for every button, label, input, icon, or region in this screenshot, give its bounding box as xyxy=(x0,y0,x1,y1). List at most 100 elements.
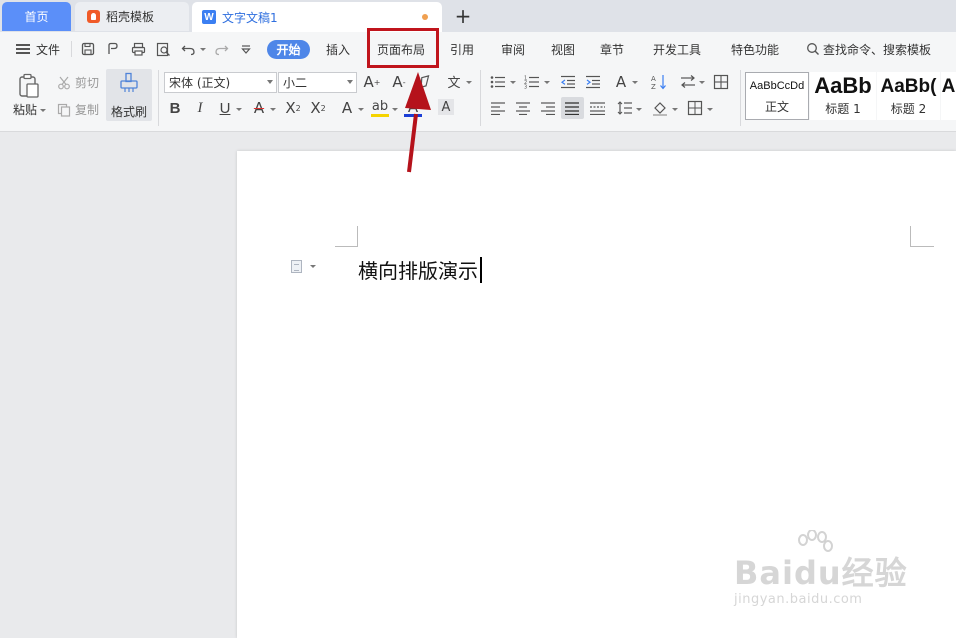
shading-dropdown-icon[interactable] xyxy=(672,108,678,111)
numbered-list-icon[interactable]: 123 xyxy=(523,73,541,91)
tab-document-label: 文字文稿1 xyxy=(222,10,278,25)
italic-icon[interactable]: I xyxy=(191,99,209,117)
change-case-icon[interactable]: A xyxy=(612,73,630,91)
tab-insert-label: 插入 xyxy=(326,42,351,57)
superscript-icon[interactable]: X2 xyxy=(284,99,302,117)
tab-home-label: 首页 xyxy=(24,10,49,24)
strikethrough-dropdown-icon[interactable] xyxy=(270,108,276,111)
chevron-down-icon xyxy=(347,80,353,84)
tab-home[interactable]: 首页 xyxy=(2,2,71,31)
copy-label: 复制 xyxy=(75,103,100,117)
style-heading-1[interactable]: AaBb 标题 1 xyxy=(810,72,876,120)
writer-doc-icon: W xyxy=(202,10,216,24)
cut-button[interactable]: 剪切 xyxy=(57,74,99,91)
svg-text:Z: Z xyxy=(651,83,656,90)
output-pdf-icon[interactable] xyxy=(105,41,121,57)
paragraph-handle-dropdown-icon[interactable] xyxy=(310,265,316,268)
divider xyxy=(71,41,72,57)
text-effect-icon[interactable]: A xyxy=(338,99,356,117)
font-size-select[interactable]: 小二 xyxy=(278,72,357,93)
sort-icon[interactable]: AZ xyxy=(650,73,668,91)
format-painter-button[interactable]: 格式刷 xyxy=(106,69,152,121)
tab-chapter-label: 章节 xyxy=(600,42,625,57)
redo-icon[interactable] xyxy=(213,41,229,57)
style-more-preview: A xyxy=(941,76,956,97)
shading-icon[interactable] xyxy=(651,99,669,117)
font-name-select[interactable]: 宋体 (正文) xyxy=(164,72,277,93)
align-right-icon[interactable] xyxy=(539,99,557,117)
change-case-dropdown-icon[interactable] xyxy=(632,81,638,84)
print-icon[interactable] xyxy=(130,41,146,57)
customize-toolbar-icon[interactable] xyxy=(238,41,254,57)
text-direction-dropdown-icon[interactable] xyxy=(699,81,705,84)
tab-docer-templates[interactable]: 稻壳模板 xyxy=(75,2,189,31)
align-left-icon[interactable] xyxy=(489,99,507,117)
undo-dropdown-icon[interactable] xyxy=(200,48,206,51)
undo-icon[interactable] xyxy=(180,41,196,57)
text-cursor xyxy=(480,256,482,283)
document-text: 横向排版演示 xyxy=(358,259,478,283)
borders-dropdown-icon[interactable] xyxy=(707,108,713,111)
tab-docer-label: 稻壳模板 xyxy=(106,10,155,24)
style-heading-1-label: 标题 1 xyxy=(825,102,861,116)
tab-developer-tools-label: 开发工具 xyxy=(653,42,702,57)
margin-corner-top-right xyxy=(910,226,934,247)
numbered-dropdown-icon[interactable] xyxy=(544,81,550,84)
tab-view[interactable]: 视图 xyxy=(551,32,575,66)
print-preview-icon[interactable] xyxy=(155,41,171,57)
distributed-align-icon[interactable] xyxy=(589,99,607,117)
strikethrough-icon[interactable]: A xyxy=(250,99,268,117)
copy-button[interactable]: 复制 xyxy=(57,101,99,118)
bullet-list-icon[interactable] xyxy=(489,73,507,91)
align-center-icon[interactable] xyxy=(514,99,532,117)
phonetic-dropdown-icon[interactable] xyxy=(466,81,472,84)
margin-corner-top-left xyxy=(335,226,358,247)
text-effect-dropdown-icon[interactable] xyxy=(358,108,364,111)
underline-icon[interactable]: U xyxy=(216,99,234,117)
paragraph-handle-icon[interactable] xyxy=(291,260,302,273)
file-menu[interactable]: 文件 xyxy=(16,32,60,66)
tab-view-label: 视图 xyxy=(551,42,576,57)
watermark-url: jingyan.baidu.com xyxy=(734,592,863,607)
tab-chapter[interactable]: 章节 xyxy=(600,32,624,66)
tab-special-features[interactable]: 特色功能 xyxy=(731,32,779,66)
underline-dropdown-icon[interactable] xyxy=(236,108,242,111)
bullet-dropdown-icon[interactable] xyxy=(510,81,516,84)
tab-references[interactable]: 引用 xyxy=(450,32,474,66)
paste-icon[interactable] xyxy=(13,72,45,100)
paste-button[interactable]: 粘贴 xyxy=(13,101,47,118)
save-icon[interactable] xyxy=(80,41,96,57)
format-painter-label: 格式刷 xyxy=(111,105,148,119)
cut-label: 剪切 xyxy=(75,76,100,90)
bold-icon[interactable]: B xyxy=(166,99,184,117)
increase-indent-icon[interactable] xyxy=(584,73,602,91)
style-more[interactable]: A xyxy=(941,72,956,120)
grow-font-icon[interactable]: A + xyxy=(363,73,381,91)
style-heading-2-preview: AaBb( xyxy=(880,76,937,97)
command-search[interactable]: 查找命令、搜索模板 xyxy=(806,32,931,66)
file-menu-label: 文件 xyxy=(36,42,61,57)
tab-review[interactable]: 审阅 xyxy=(501,32,525,66)
style-normal[interactable]: AaBbCcDd 正文 xyxy=(745,72,809,120)
borders-icon[interactable] xyxy=(686,99,704,117)
line-spacing-dropdown-icon[interactable] xyxy=(636,108,642,111)
style-heading-2[interactable]: AaBb( 标题 2 xyxy=(877,72,940,120)
line-spacing-icon[interactable] xyxy=(616,99,634,117)
tab-review-label: 审阅 xyxy=(501,42,526,57)
tab-home-ribbon[interactable]: 开始 xyxy=(267,40,310,59)
subscript-icon[interactable]: X2 xyxy=(309,99,327,117)
style-heading-1-preview: AaBb xyxy=(814,73,872,98)
new-tab-button[interactable]: + xyxy=(452,4,474,28)
show-hide-marks-icon[interactable] xyxy=(712,73,730,91)
tab-references-label: 引用 xyxy=(450,42,475,57)
style-heading-2-label: 标题 2 xyxy=(890,102,927,116)
font-name-value: 宋体 (正文) xyxy=(169,76,231,90)
justify-icon[interactable] xyxy=(561,97,584,119)
highlight-icon[interactable]: ab xyxy=(371,99,389,117)
brush-icon xyxy=(120,72,138,92)
tab-developer-tools[interactable]: 开发工具 xyxy=(653,32,701,66)
decrease-indent-icon[interactable] xyxy=(559,73,577,91)
text-direction-icon[interactable] xyxy=(679,73,697,91)
document-body-text[interactable]: 横向排版演示 xyxy=(358,255,482,284)
tab-insert[interactable]: 插入 xyxy=(326,32,350,66)
